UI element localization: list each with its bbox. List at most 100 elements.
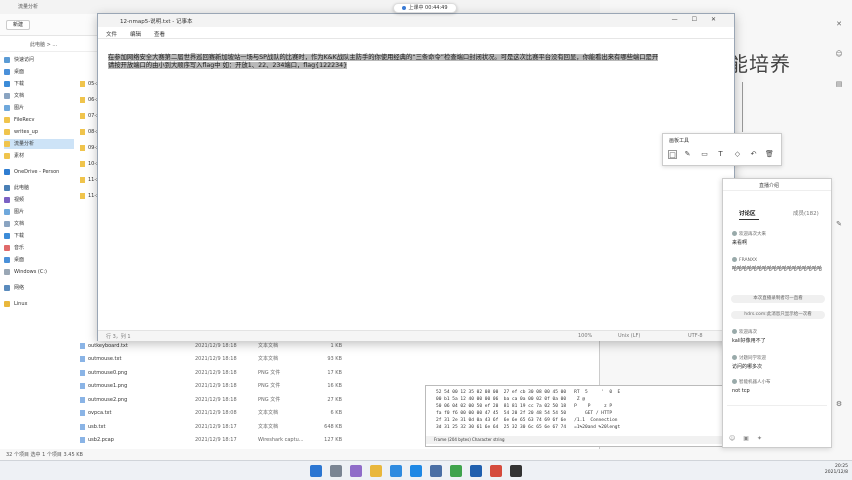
text-file-icon bbox=[80, 410, 85, 416]
nav-pc-documents[interactable]: 文档 bbox=[4, 219, 74, 229]
eraser-tool-icon[interactable]: ◇ bbox=[733, 150, 742, 159]
hex-line: 3d 31 25 32 30 61 6e 64 25 32 30 6c 65 6… bbox=[436, 425, 621, 430]
table-row[interactable]: outmouse1.png 2021/12/9 18:18 PNG 文件 16 KB bbox=[78, 381, 358, 391]
chat-username: 欢迎再次大来 bbox=[732, 231, 766, 237]
table-row[interactable]: ovpca.txt 2021/12/9 18:08 文本文档 6 KB bbox=[78, 408, 358, 418]
nav-desktop[interactable]: 桌面 bbox=[4, 67, 74, 77]
emoji-icon[interactable]: ☺ bbox=[729, 435, 743, 442]
chat-toolbar: ☺▣✦ bbox=[729, 435, 770, 442]
user-icon[interactable]: ☺ bbox=[835, 50, 843, 58]
wireshark-icon[interactable] bbox=[470, 465, 482, 477]
image-file-icon bbox=[80, 397, 85, 403]
new-button[interactable]: 新建 bbox=[6, 20, 31, 30]
nav-pc-pictures[interactable]: 图片 bbox=[4, 207, 74, 217]
search-icon[interactable] bbox=[330, 465, 342, 477]
nav-music[interactable]: 音乐 bbox=[4, 243, 74, 253]
menu-view[interactable]: 查看 bbox=[154, 30, 165, 38]
navigation-pane: 快速访问 桌面 下载 文档 图片 FileRecv writes_up 流量分析… bbox=[0, 55, 76, 445]
chat-input[interactable] bbox=[727, 405, 827, 415]
chat-username: FRANXX bbox=[732, 257, 757, 263]
table-row[interactable]: outkeyboard.txt 2021/12/9 18:18 文本文档 1 KB bbox=[78, 341, 358, 351]
wireshark-hex-pane: 52 54 00 12 35 02 08 00 27 ef cb 30 08 0… bbox=[425, 385, 725, 447]
avatar bbox=[732, 355, 737, 360]
nav-linux[interactable]: Linux bbox=[4, 299, 74, 309]
settings-icon[interactable]: ⚙ bbox=[835, 400, 843, 408]
nav-windows-c[interactable]: Windows (C:) bbox=[4, 267, 74, 277]
folder-icon bbox=[4, 116, 10, 123]
notepad-titlebar[interactable]: 12-nmap5-说明.txt - 记事本 —☐✕ bbox=[98, 14, 734, 27]
text-file-icon bbox=[80, 343, 85, 349]
tab-indicator bbox=[739, 219, 759, 220]
nav-videos[interactable]: 视频 bbox=[4, 195, 74, 205]
table-row[interactable]: outmouse2.png 2021/12/9 18:18 PNG 文件 27 KB bbox=[78, 395, 358, 405]
chat-message: not tcp bbox=[732, 388, 750, 394]
pen-icon[interactable]: ✎ bbox=[835, 220, 843, 228]
undo-tool-icon[interactable]: ↶ bbox=[749, 150, 758, 159]
nav-traffic-analysis[interactable]: 流量分析 bbox=[4, 139, 74, 149]
nav-filerecv[interactable]: FileRecv bbox=[4, 115, 74, 125]
live-chat-panel: 直播介绍 讨论区 成员(182) 欢迎再次大来 来看啊 FRANXX 哈哈哈哈哈… bbox=[722, 178, 832, 448]
app-icon[interactable] bbox=[490, 465, 502, 477]
notepad-editor[interactable]: 在参加网络安全大赛第二届世界巡回赛新加坡站一场与SP战队的比赛时，作为K&K战队… bbox=[108, 54, 730, 70]
system-clock[interactable]: 20:25 2021/12/8 bbox=[818, 464, 848, 476]
nav-writes-up[interactable]: writes_up bbox=[4, 127, 74, 137]
nav-this-pc[interactable]: 此电脑 bbox=[4, 183, 74, 193]
computer-icon bbox=[4, 184, 10, 191]
avatar bbox=[732, 329, 737, 334]
nav-pc-downloads[interactable]: 下载 bbox=[4, 231, 74, 241]
text-tool-icon[interactable]: T bbox=[716, 150, 725, 159]
desktop-icon bbox=[4, 68, 10, 75]
folder-icon bbox=[80, 177, 85, 183]
vscode-icon[interactable] bbox=[410, 465, 422, 477]
nav-downloads[interactable]: 下载 bbox=[4, 79, 74, 89]
table-row[interactable]: usb2.pcap 2021/12/9 18:17 Wireshark captu.… bbox=[78, 435, 358, 445]
chat-header-title[interactable]: 直播介绍 bbox=[759, 182, 779, 189]
rectangle-tool-icon[interactable]: ▭ bbox=[700, 150, 709, 159]
nav-onedrive[interactable]: OneDrive - Person bbox=[4, 167, 74, 177]
table-row[interactable]: outmouse0.png 2021/12/9 18:18 PNG 文件 17 KB bbox=[78, 368, 358, 378]
table-row[interactable]: usb.txt 2021/12/9 18:17 文本文档 648 KB bbox=[78, 422, 358, 432]
tab-discussion[interactable]: 讨论区 bbox=[739, 209, 756, 217]
video-icon bbox=[4, 196, 10, 203]
image-file-icon bbox=[80, 383, 85, 389]
status-text: 32 个项目 选中 1 个项目 3.45 KB bbox=[6, 452, 83, 458]
zoom-level: 100% bbox=[578, 333, 593, 339]
explorer-titlebar: 流量分析 bbox=[0, 0, 600, 14]
trash-tool-icon[interactable]: 🗑 bbox=[765, 150, 774, 159]
start-icon[interactable] bbox=[310, 465, 322, 477]
menu-file[interactable]: 文件 bbox=[106, 30, 117, 38]
nav-materials[interactable]: 素材 bbox=[4, 151, 74, 161]
chat-icon[interactable]: ▤ bbox=[835, 80, 843, 88]
window-controls[interactable]: —☐✕ bbox=[672, 16, 730, 23]
edge-icon[interactable] bbox=[390, 465, 402, 477]
pen-tool-icon[interactable]: ✎ bbox=[683, 150, 692, 159]
drawing-tools-panel: 画板工具 □ ✎ ▭ T ◇ ↶ 🗑 bbox=[662, 133, 782, 166]
recording-badge[interactable]: 上课中 00:44:49 bbox=[393, 3, 457, 13]
terminal-icon[interactable] bbox=[510, 465, 522, 477]
nav-quick-access[interactable]: 快速访问 bbox=[4, 55, 74, 65]
tab-members[interactable]: 成员(182) bbox=[793, 209, 819, 217]
file-explorer-icon[interactable] bbox=[370, 465, 382, 477]
menu-edit[interactable]: 编辑 bbox=[130, 30, 141, 38]
nav-pictures[interactable]: 图片 bbox=[4, 103, 74, 113]
pcap-file-icon bbox=[80, 437, 85, 443]
nav-network[interactable]: 网络 bbox=[4, 283, 74, 293]
table-row[interactable]: outmouse.txt 2021/12/9 18:18 文本文档 93 KB bbox=[78, 354, 358, 364]
nav-pc-desktop[interactable]: 桌面 bbox=[4, 255, 74, 265]
app-icon[interactable] bbox=[430, 465, 442, 477]
select-tool-icon[interactable]: □ bbox=[668, 150, 677, 159]
image-icon bbox=[4, 104, 10, 111]
nav-documents[interactable]: 文档 bbox=[4, 91, 74, 101]
image-icon[interactable]: ▣ bbox=[743, 435, 757, 442]
chat-username: 欢迎再次 bbox=[732, 329, 757, 335]
task-view-icon[interactable] bbox=[350, 465, 362, 477]
text-file-icon bbox=[80, 424, 85, 430]
notepad-statusbar: 行 3，列 1 100% Unix (LF) UTF-8 bbox=[98, 330, 734, 341]
app-icon[interactable] bbox=[450, 465, 462, 477]
avatar bbox=[732, 257, 737, 262]
close-icon[interactable]: ✕ bbox=[835, 20, 843, 28]
folder-icon bbox=[80, 161, 85, 167]
star-icon bbox=[4, 56, 10, 63]
gift-icon[interactable]: ✦ bbox=[757, 435, 770, 442]
address-text: 此电脑 > ... bbox=[30, 42, 58, 48]
